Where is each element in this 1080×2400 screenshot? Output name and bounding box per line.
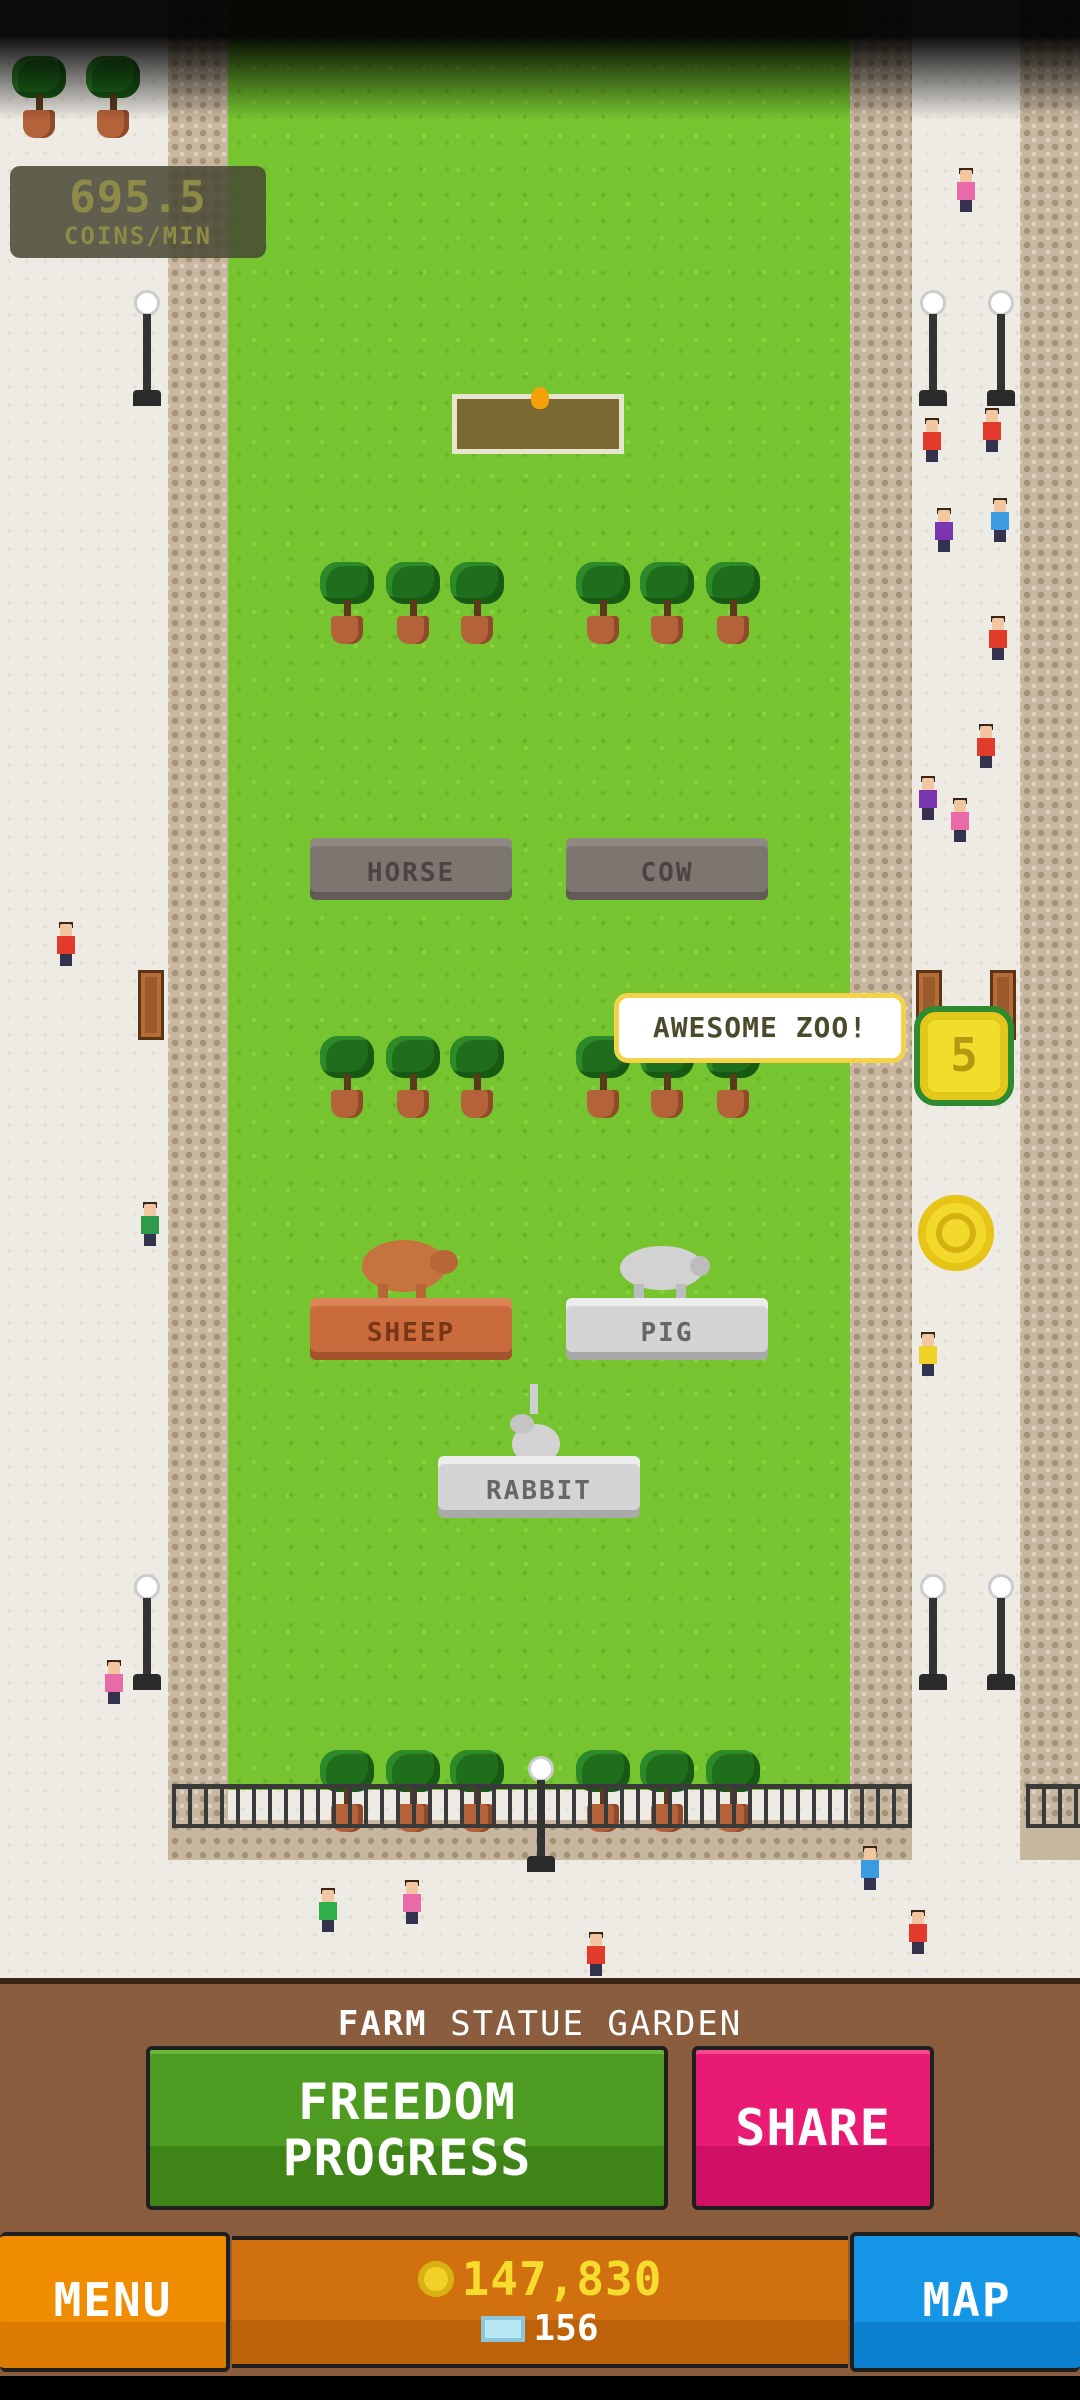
speech-bubble-text: AWESOME ZOO! bbox=[652, 1011, 868, 1044]
share-label: SHARE bbox=[735, 2099, 891, 2157]
map-button[interactable]: MAP bbox=[850, 2232, 1080, 2372]
potted-tree bbox=[386, 562, 440, 648]
plinth-label: SHEEP bbox=[366, 1318, 456, 1348]
location-category: FARM bbox=[337, 2004, 428, 2044]
potted-tree bbox=[450, 1036, 504, 1122]
park-bench bbox=[138, 970, 164, 1040]
coins-per-minute-panel: 695.5 COINS/MIN bbox=[10, 166, 266, 258]
potted-tree bbox=[320, 562, 374, 648]
street-lamp bbox=[984, 1574, 1018, 1694]
zoo-visitor bbox=[102, 1660, 126, 1704]
statue-plinth-sheep[interactable]: SHEEP bbox=[310, 1298, 512, 1360]
freedom-progress-button[interactable]: FREEDOM PROGRESS bbox=[146, 2046, 668, 2210]
visitor-speech-bubble: AWESOME ZOO! bbox=[614, 993, 906, 1063]
plinth-label: RABBIT bbox=[486, 1476, 592, 1506]
zoo-visitor bbox=[316, 1888, 340, 1932]
zoo-visitor bbox=[584, 1932, 608, 1976]
gem-balance: 156 bbox=[232, 2308, 848, 2349]
zoo-visitor bbox=[988, 498, 1012, 542]
feeding-pen[interactable] bbox=[452, 387, 624, 454]
panel-divider bbox=[0, 1978, 1080, 1984]
gem-icon bbox=[481, 2315, 526, 2342]
street-lamp bbox=[916, 290, 950, 410]
coin-balance: 147,830 bbox=[232, 2252, 848, 2306]
map-label: MAP bbox=[922, 2273, 1012, 2327]
zoo-visitor bbox=[916, 776, 940, 820]
zoo-visitor bbox=[948, 798, 972, 842]
plinth-label: PIG bbox=[640, 1318, 694, 1348]
statue-plinth-pig[interactable]: PIG bbox=[566, 1298, 768, 1360]
street-lamp bbox=[916, 1574, 950, 1694]
menu-label: MENU bbox=[53, 2273, 173, 2327]
game-world[interactable]: HORSE COW SHEEP PIG RABBIT AWESOME ZOO! … bbox=[0, 0, 1080, 1980]
street-lamp bbox=[524, 1756, 558, 1876]
statue-plinth-horse[interactable]: HORSE bbox=[310, 838, 512, 900]
menu-button[interactable]: MENU bbox=[0, 2232, 230, 2372]
zoo-visitor bbox=[920, 418, 944, 462]
coin-icon bbox=[417, 2261, 454, 2297]
potted-tree bbox=[706, 562, 760, 648]
plinth-label: HORSE bbox=[366, 858, 456, 888]
street-lamp bbox=[130, 1574, 164, 1694]
collectible-coin-small[interactable] bbox=[918, 1195, 994, 1271]
zoo-visitor bbox=[138, 1202, 162, 1246]
gem-balance-value: 156 bbox=[533, 2308, 599, 2349]
plinth-label: COW bbox=[640, 858, 694, 888]
zoo-visitor bbox=[906, 1910, 930, 1954]
street-lamp bbox=[984, 290, 1018, 410]
street-lamp bbox=[130, 290, 164, 410]
collectible-coin[interactable]: 5 bbox=[914, 1006, 1014, 1106]
potted-tree bbox=[576, 562, 630, 648]
coins-per-minute-label: COINS/MIN bbox=[63, 222, 213, 250]
potted-tree bbox=[640, 562, 694, 648]
zoo-visitor bbox=[986, 616, 1010, 660]
cobblestone-border-left bbox=[168, 0, 228, 1860]
freedom-progress-label-line2: PROGRESS bbox=[282, 2129, 532, 2187]
status-bar-shade bbox=[0, 0, 1080, 120]
cobblestone-border-right bbox=[850, 0, 912, 1860]
potted-tree bbox=[386, 1036, 440, 1122]
location-title: FARM STATUE GARDEN bbox=[0, 2004, 1080, 2044]
garden-fence-right bbox=[1026, 1784, 1080, 1828]
zoo-visitor bbox=[980, 408, 1004, 452]
zoo-visitor bbox=[858, 1846, 882, 1890]
share-button[interactable]: SHARE bbox=[692, 2046, 934, 2210]
zoo-visitor bbox=[916, 1332, 940, 1376]
zoo-visitor bbox=[400, 1880, 424, 1924]
collectible-coin-value: 5 bbox=[950, 1028, 978, 1082]
freedom-progress-label-line1: FREEDOM bbox=[298, 2073, 516, 2131]
system-nav-bar bbox=[0, 2376, 1080, 2400]
coins-per-minute-value: 695.5 bbox=[69, 172, 207, 223]
location-name: STATUE GARDEN bbox=[450, 2004, 743, 2044]
potted-tree bbox=[320, 1036, 374, 1122]
zoo-visitor bbox=[932, 508, 956, 552]
currency-bar: 147,830 156 bbox=[232, 2236, 848, 2368]
statue-plinth-cow[interactable]: COW bbox=[566, 838, 768, 900]
zoo-visitor bbox=[974, 724, 998, 768]
coin-balance-value: 147,830 bbox=[461, 2252, 663, 2306]
zoo-visitor bbox=[54, 922, 78, 966]
zoo-visitor bbox=[954, 168, 978, 212]
potted-tree bbox=[450, 562, 504, 648]
cobblestone-border-far-right bbox=[1020, 0, 1080, 1860]
statue-plinth-rabbit[interactable]: RABBIT bbox=[438, 1456, 640, 1518]
